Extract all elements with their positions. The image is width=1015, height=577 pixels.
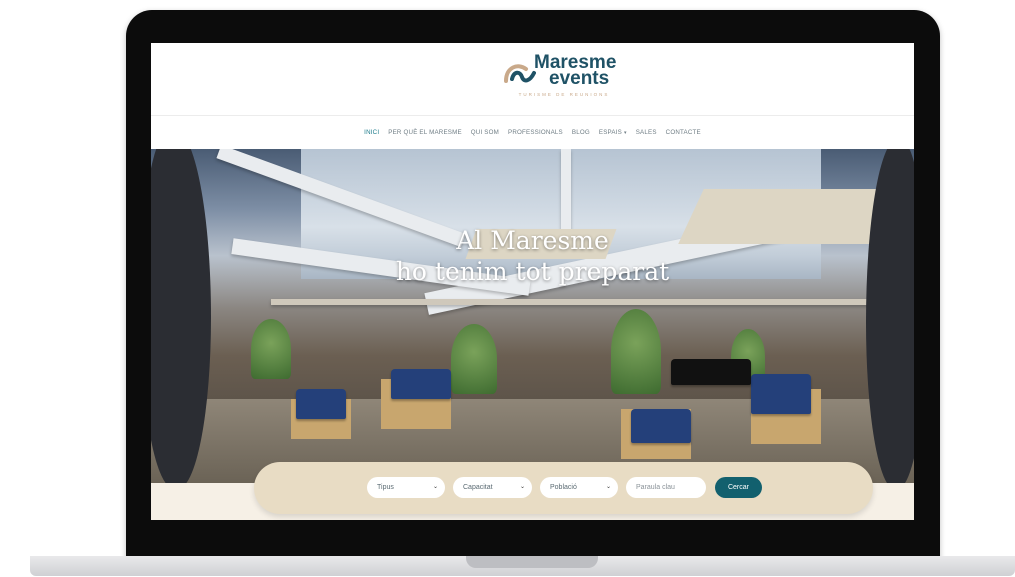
armchair	[296, 389, 346, 419]
armchair	[391, 369, 451, 399]
chevron-down-icon: ⌄	[432, 484, 438, 490]
wavy-pillar	[151, 149, 211, 483]
nav-item-espais[interactable]: ESPAIS ▾	[599, 129, 627, 136]
search-bar: Tipus ⌄ Capacitat ⌄ Població ⌄ Paraula c…	[254, 462, 873, 514]
nav-item-qui-som[interactable]: QUI SOM	[471, 129, 499, 136]
nav-item-contacte[interactable]: CONTACTE	[666, 129, 701, 136]
nav-item-per-que-el-maresme[interactable]: PER QUÈ EL MARESME	[388, 129, 462, 136]
website-screen: Maresme events TURISME DE REUNIONS INICI…	[151, 43, 914, 520]
nav-item-blog[interactable]: BLOG	[572, 129, 590, 136]
chevron-down-icon: ▾	[623, 129, 627, 136]
nav-item-inici[interactable]: INICI	[364, 129, 379, 136]
plant	[451, 324, 497, 394]
logo-text-events: events	[549, 68, 610, 89]
armchair	[631, 409, 691, 443]
town-select-value: Població	[550, 484, 577, 491]
laptop-mockup: Maresme events TURISME DE REUNIONS INICI…	[0, 0, 1015, 577]
capacity-select-value: Capacitat	[463, 484, 493, 491]
plant	[611, 309, 661, 394]
wavy-pillar	[866, 149, 914, 483]
site-header: Maresme events TURISME DE REUNIONS	[151, 43, 914, 116]
hero-title-line2: ho tenim tot preparat	[395, 257, 670, 286]
keyword-input[interactable]: Paraula clau	[626, 477, 706, 498]
maresme-events-logo[interactable]: Maresme events TURISME DE REUNIONS	[504, 49, 626, 107]
grand-piano	[671, 359, 751, 385]
capacity-select[interactable]: Capacitat ⌄	[453, 477, 532, 498]
hero-image: Al Maresme ho tenim tot preparat	[151, 149, 914, 483]
chevron-down-icon: ⌄	[605, 484, 611, 490]
nav-item-professionals[interactable]: PROFESSIONALS	[508, 129, 563, 136]
main-navigation: INICI PER QUÈ EL MARESME QUI SOM PROFESS…	[151, 116, 914, 149]
laptop-notch	[466, 556, 598, 568]
logo-tagline: TURISME DE REUNIONS	[518, 92, 610, 97]
search-button[interactable]: Cercar	[715, 477, 762, 498]
plant	[251, 319, 291, 379]
nav-item-sales[interactable]: SALES	[636, 129, 657, 136]
ceiling-beam	[271, 299, 871, 305]
town-select[interactable]: Població ⌄	[540, 477, 618, 498]
chevron-down-icon: ⌄	[519, 484, 525, 490]
armchair	[751, 374, 811, 414]
type-select[interactable]: Tipus ⌄	[367, 477, 445, 498]
nav-item-espais-label: ESPAIS	[598, 129, 622, 136]
type-select-value: Tipus	[377, 484, 394, 491]
hero-title-line1: Al Maresme	[456, 226, 609, 255]
wave-logo-icon	[504, 64, 536, 83]
